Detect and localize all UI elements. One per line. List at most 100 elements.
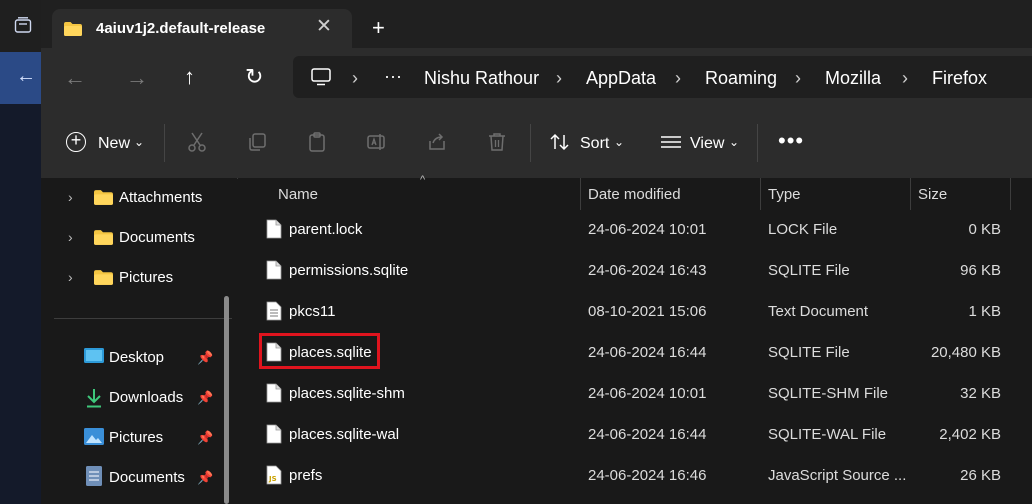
view-icon[interactable] — [660, 131, 682, 153]
view-button[interactable]: View — [690, 135, 724, 153]
documents-icon — [86, 466, 102, 486]
file-name: prefs — [289, 467, 323, 484]
breadcrumb-more-icon[interactable]: ··· — [384, 66, 402, 87]
column-header-size[interactable]: Size — [918, 186, 947, 203]
expand-chevron-icon[interactable]: › — [68, 229, 73, 245]
breadcrumb-separator: › — [556, 68, 562, 88]
stack-window-icon[interactable] — [14, 16, 32, 34]
new-icon[interactable]: + — [66, 131, 86, 152]
up-icon[interactable]: ↑ — [184, 66, 195, 88]
file-date: 24-06-2024 10:01 — [588, 385, 707, 402]
file-name: parent.lock — [289, 221, 363, 238]
expand-chevron-icon[interactable]: › — [68, 269, 73, 285]
forward-icon[interactable]: → — [126, 67, 148, 89]
background-back-icon[interactable]: ← — [16, 66, 36, 86]
chevron-down-icon[interactable]: ⌄ — [614, 135, 624, 149]
breadcrumb-item[interactable]: Mozilla — [825, 68, 881, 89]
breadcrumb-item[interactable]: AppData — [586, 68, 656, 89]
pictures-icon — [84, 428, 104, 445]
sort-button[interactable]: Sort — [580, 135, 609, 153]
file-size: 26 KB — [960, 467, 1001, 484]
file-type: SQLITE-WAL File — [768, 426, 887, 443]
more-options-icon[interactable]: ••• — [778, 128, 804, 154]
breadcrumb-item[interactable]: Roaming — [705, 68, 777, 89]
new-button[interactable]: New — [98, 135, 130, 153]
breadcrumb-separator: › — [352, 68, 358, 88]
breadcrumb-separator: › — [902, 68, 908, 88]
address-bar[interactable] — [293, 56, 1032, 98]
delete-icon[interactable] — [486, 131, 508, 153]
desktop-icon — [84, 348, 104, 363]
sort-icon[interactable] — [549, 131, 571, 153]
file-size: 20,480 KB — [930, 344, 1001, 361]
sidebar-item-pictures[interactable]: Pictures — [119, 269, 173, 286]
toolbar-divider — [164, 124, 165, 162]
sidebar-item-downloads[interactable]: Downloads — [109, 389, 183, 406]
rename-icon[interactable] — [366, 131, 388, 153]
sidebar-item-documents-quick[interactable]: Documents — [109, 469, 185, 486]
breadcrumb-item[interactable]: Nishu Rathour — [424, 68, 539, 89]
this-pc-icon[interactable] — [310, 68, 332, 86]
highlight-box — [259, 333, 380, 369]
paste-icon[interactable] — [306, 131, 328, 153]
navigation-pane — [41, 178, 237, 504]
column-divider[interactable] — [760, 178, 761, 210]
pin-icon[interactable]: 📌 — [197, 390, 213, 406]
cut-icon[interactable] — [186, 131, 208, 153]
chevron-down-icon[interactable]: ⌄ — [134, 135, 144, 149]
refresh-icon[interactable]: ↻ — [245, 66, 263, 88]
breadcrumb-separator: › — [795, 68, 801, 88]
pin-icon[interactable]: 📌 — [197, 430, 213, 446]
sort-ascending-icon: ^ — [420, 174, 426, 186]
expand-chevron-icon[interactable]: › — [68, 189, 73, 205]
file-size: 2,402 KB — [939, 426, 1001, 443]
file-name: places.sqlite-shm — [289, 385, 405, 402]
js-file-icon: JS — [266, 465, 282, 485]
file-size: 1 KB — [968, 303, 1001, 320]
column-header-type[interactable]: Type — [768, 186, 801, 203]
column-header-date[interactable]: Date modified — [588, 186, 681, 203]
tab-title: 4aiuv1j2.default-release — [96, 20, 266, 37]
column-divider[interactable] — [910, 178, 911, 210]
sidebar-item-pictures-quick[interactable]: Pictures — [109, 429, 163, 446]
folder-icon — [64, 22, 82, 36]
text-file-icon — [266, 301, 282, 321]
column-header-name[interactable]: Name — [278, 186, 318, 203]
file-size: 0 KB — [968, 221, 1001, 238]
file-type: SQLITE-SHM File — [768, 385, 889, 402]
background-window-body — [0, 104, 41, 504]
sidebar-item-desktop[interactable]: Desktop — [109, 349, 164, 366]
file-icon — [266, 424, 282, 444]
chevron-down-icon[interactable]: ⌄ — [729, 135, 739, 149]
sidebar-item-attachments[interactable]: Attachments — [119, 189, 202, 206]
folder-icon — [94, 270, 113, 285]
file-size: 32 KB — [960, 385, 1001, 402]
file-icon — [266, 260, 282, 280]
pin-icon[interactable]: 📌 — [197, 470, 213, 486]
file-size: 96 KB — [960, 262, 1001, 279]
sidebar-scrollbar[interactable] — [224, 296, 229, 504]
new-tab-button[interactable]: + — [372, 17, 385, 39]
file-icon — [266, 219, 282, 239]
folder-icon — [94, 230, 113, 245]
column-divider[interactable] — [1010, 178, 1011, 210]
toolbar-divider — [757, 124, 758, 162]
folder-icon — [94, 190, 113, 205]
file-name: pkcs11 — [289, 303, 336, 320]
file-date: 24-06-2024 16:44 — [588, 344, 707, 361]
breadcrumb-item[interactable]: Firefox — [932, 68, 987, 89]
pin-icon[interactable]: 📌 — [197, 350, 213, 366]
file-type: SQLITE File — [768, 344, 850, 361]
file-date: 24-06-2024 16:46 — [588, 467, 707, 484]
file-type: Text Document — [768, 303, 869, 320]
share-icon[interactable] — [426, 131, 448, 153]
column-divider[interactable] — [580, 178, 581, 210]
file-type: SQLITE File — [768, 262, 850, 279]
sidebar-item-documents[interactable]: Documents — [119, 229, 195, 246]
close-tab-icon[interactable]: ✕ — [316, 17, 332, 37]
breadcrumb-separator: › — [675, 68, 681, 88]
file-date: 08-10-2021 15:06 — [588, 303, 707, 320]
toolbar-divider — [530, 124, 531, 162]
back-icon[interactable]: ← — [64, 67, 86, 89]
copy-icon[interactable] — [246, 131, 268, 153]
